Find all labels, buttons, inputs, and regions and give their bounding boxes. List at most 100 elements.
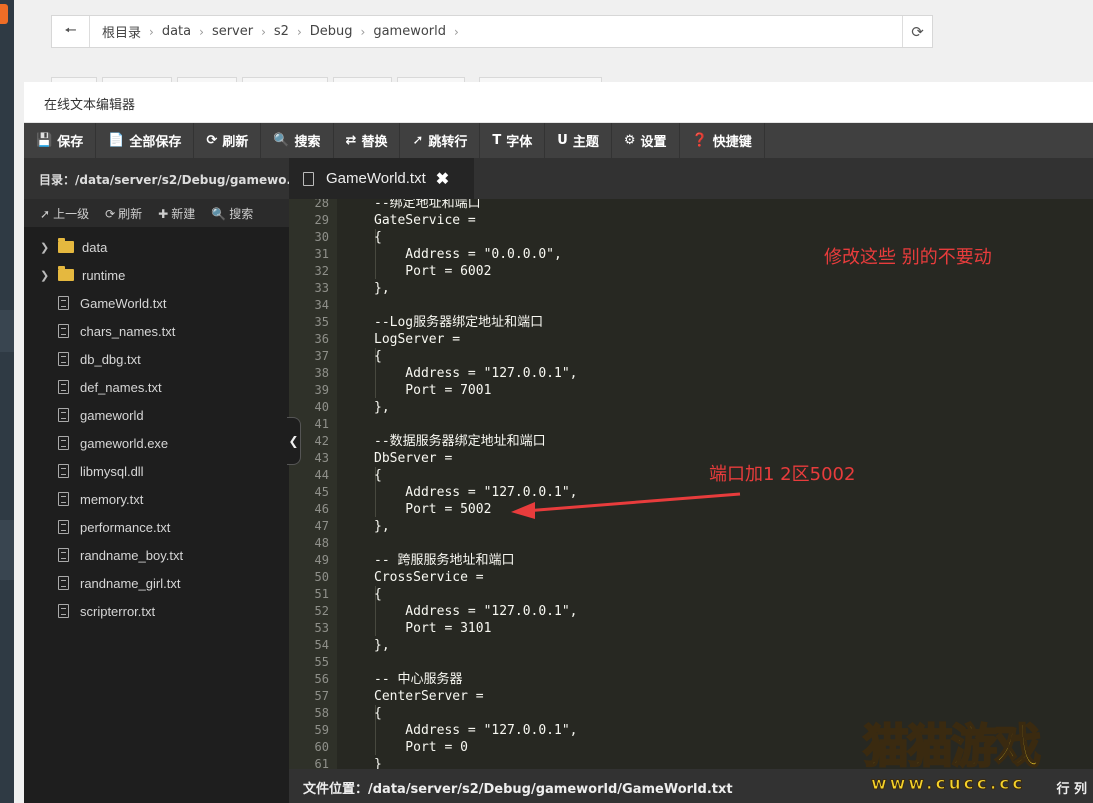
sidebar-action-search[interactable]: 🔍 搜索 <box>211 205 253 222</box>
tree-folder[interactable]: ❯ runtime <box>24 261 289 289</box>
toolbar-button-replace[interactable]: ⇄ 替换 <box>334 123 401 158</box>
toolbar-button-label: 字体 <box>506 135 533 150</box>
tree-item-label: gameworld <box>80 407 144 423</box>
tree-item-label: chars_names.txt <box>80 323 176 339</box>
file-icon <box>58 576 69 590</box>
arrow-up-icon: ➚ <box>40 206 51 221</box>
toolbar-button-save[interactable]: 💾 保存 <box>24 123 97 158</box>
file-tree: ❯ data ❯ runtime GameWorld.txt chars_names.tx… <box>24 227 289 803</box>
toolbar-button-search[interactable]: 🔍 搜索 <box>261 123 334 158</box>
tree-file[interactable]: performance.txt <box>24 513 289 541</box>
tree-file[interactable]: db_dbg.txt <box>24 345 289 373</box>
background-sidebar-active <box>0 310 14 352</box>
code-area[interactable]: 28 29 30 31 32 33 34 35 36 37 38 39 40 41 42 43 44 45 46 47… <box>289 199 1093 769</box>
collapse-sidebar-button[interactable]: ❮ <box>287 417 301 465</box>
tree-file[interactable]: randname_girl.txt <box>24 569 289 597</box>
arrow-head <box>511 502 535 519</box>
sidebar-action-plus[interactable]: ✚ 新建 <box>158 205 195 222</box>
back-button[interactable]: 🠔 <box>52 16 90 47</box>
tree-item-label: gameworld.exe <box>80 435 169 451</box>
breadcrumb-item[interactable]: data <box>156 24 197 39</box>
toolbar-button-goto-line[interactable]: ➚ 跳转行 <box>400 123 481 158</box>
tree-file[interactable]: randname_boy.txt <box>24 541 289 569</box>
watermark-url: www.cucc.cc <box>870 774 1026 795</box>
toolbar-button-font[interactable]: T 字体 <box>480 123 546 158</box>
file-icon <box>58 464 69 478</box>
tree-file[interactable]: chars_names.txt <box>24 317 289 345</box>
toolbar-button-label: 跳转行 <box>428 135 468 150</box>
breadcrumb-item[interactable]: gameworld <box>367 24 452 39</box>
file-icon <box>58 548 69 562</box>
refresh-icon: ⟳ <box>206 133 218 148</box>
toolbar-button-label: 全部保存 <box>129 135 182 150</box>
sidebar-action-arrow-up[interactable]: ➚ 上一级 <box>40 205 89 222</box>
toolbar-button-refresh[interactable]: ⟳ 刷新 <box>194 123 262 158</box>
tree-item-label: db_dbg.txt <box>80 351 141 367</box>
tree-file[interactable]: def_names.txt <box>24 373 289 401</box>
watermark-title: 猫猫游戏 <box>862 718 1042 774</box>
help-icon: ❓ <box>691 133 708 148</box>
file-icon <box>303 171 314 186</box>
breadcrumb-item[interactable]: 根目录 <box>96 22 147 41</box>
toolbar-button-label: 设置 <box>640 135 667 150</box>
refresh-icon: ⟳ <box>911 22 924 41</box>
close-icon[interactable]: ✖ <box>436 169 449 189</box>
chevron-right-icon[interactable]: ❯ <box>40 241 52 254</box>
sidebar-actions: ➚ 上一级 ⟳ 刷新 ✚ 新建 🔍 搜索 <box>24 199 289 227</box>
sidebar-action-refresh[interactable]: ⟳ 刷新 <box>105 205 142 222</box>
tree-folder[interactable]: ❯ data <box>24 233 289 261</box>
chevron-right-icon: › <box>454 24 459 39</box>
file-icon <box>58 352 69 366</box>
tree-item-label: data <box>82 239 108 255</box>
chevron-right-icon: › <box>199 24 204 39</box>
chevron-right-icon: › <box>360 24 366 39</box>
file-icon <box>58 604 69 618</box>
file-icon <box>58 296 69 310</box>
sidebar-action-label: 新建 <box>171 206 196 221</box>
breadcrumb-item[interactable]: s2 <box>268 24 295 39</box>
tree-item-label: randname_girl.txt <box>80 575 181 591</box>
save-icon: 💾 <box>36 133 53 148</box>
toolbar-button-label: 快捷键 <box>712 135 752 150</box>
tree-file[interactable]: gameworld.exe <box>24 429 289 457</box>
tree-file[interactable]: scripterror.txt <box>24 597 289 625</box>
tree-item-label: GameWorld.txt <box>80 295 167 311</box>
tree-file[interactable]: gameworld <box>24 401 289 429</box>
breadcrumb-item[interactable]: server <box>206 24 259 39</box>
file-icon <box>58 492 69 506</box>
breadcrumb-item[interactable]: Debug <box>304 24 359 39</box>
toolbar-button-help[interactable]: ❓ 快捷键 <box>680 123 765 158</box>
tab-bar: GameWorld.txt ✖ <box>289 158 1093 199</box>
font-icon: T <box>492 133 502 148</box>
search-icon: 🔍 <box>211 206 227 221</box>
toolbar-button-save-all[interactable]: 📄 全部保存 <box>96 123 195 158</box>
toolbar-button-theme[interactable]: U 主题 <box>545 123 612 158</box>
tree-item-label: memory.txt <box>80 491 144 507</box>
toolbar-button-gear[interactable]: ⚙ 设置 <box>612 123 680 158</box>
watermark-logo: 猫猫游戏 www.cucc.cc <box>855 708 1087 800</box>
tab-gameworld[interactable]: GameWorld.txt ✖ <box>289 158 474 199</box>
refresh-button[interactable]: ⟳ <box>902 16 932 47</box>
file-icon <box>58 380 69 394</box>
search-icon: 🔍 <box>273 133 290 148</box>
annotation-arrow <box>511 492 741 519</box>
gear-icon: ⚙ <box>623 133 636 148</box>
chevron-left-icon: ❮ <box>288 434 299 448</box>
tree-file[interactable]: GameWorld.txt <box>24 289 289 317</box>
sidebar-action-label: 刷新 <box>118 206 143 221</box>
breadcrumb: 根目录 › data › server › s2 › Debug › gameworld › <box>96 16 461 47</box>
refresh-icon: ⟳ <box>105 206 116 221</box>
tree-item-label: runtime <box>82 267 126 283</box>
tree-file[interactable]: libmysql.dll <box>24 457 289 485</box>
tree-file[interactable]: memory.txt <box>24 485 289 513</box>
path-bar: 🠔 根目录 › data › server › s2 › Debug › gameworld › ⟳ <box>51 15 933 48</box>
sidebar-directory: 目录：/data/server/s2/Debug/gamewo... <box>24 158 289 199</box>
editor-toolbar: 💾 保存 📄 全部保存 ⟳ 刷新 🔍 搜索 ⇄ 替换 ➚ 跳转行 T 字体 U 主题 ⚙ 设置 ❓ 快捷键 <box>24 123 1093 158</box>
chevron-right-icon: › <box>149 24 154 39</box>
orange-tab <box>0 4 8 24</box>
file-icon <box>58 436 69 450</box>
arrow-left-icon: 🠔 <box>64 22 77 39</box>
replace-icon: ⇄ <box>345 133 357 148</box>
plus-icon: ✚ <box>158 206 169 221</box>
chevron-right-icon[interactable]: ❯ <box>40 269 52 282</box>
